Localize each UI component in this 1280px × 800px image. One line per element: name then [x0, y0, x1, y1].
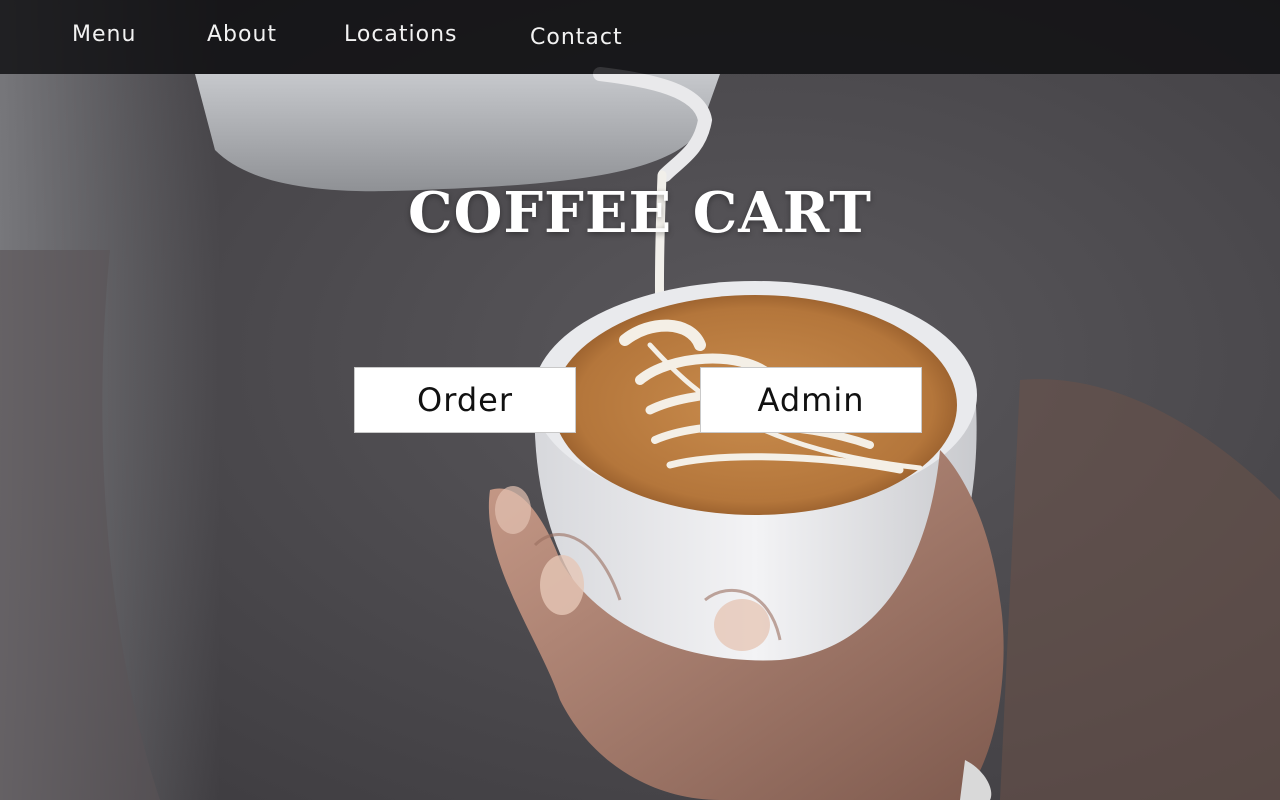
admin-button[interactable]: Admin: [700, 367, 922, 433]
nav-link-locations[interactable]: Locations: [344, 22, 458, 47]
top-navbar: Menu About Locations Contact: [0, 0, 1280, 74]
order-button[interactable]: Order: [354, 367, 576, 433]
landing-page: Menu About Locations Contact COFFEE CART…: [0, 0, 1280, 800]
nav-link-contact[interactable]: Contact: [530, 25, 623, 50]
hero-background-image: [0, 0, 1280, 800]
nav-link-about[interactable]: About: [207, 22, 277, 47]
nav-link-menu[interactable]: Menu: [72, 22, 136, 47]
brand-title: COFFEE CART: [408, 180, 872, 246]
